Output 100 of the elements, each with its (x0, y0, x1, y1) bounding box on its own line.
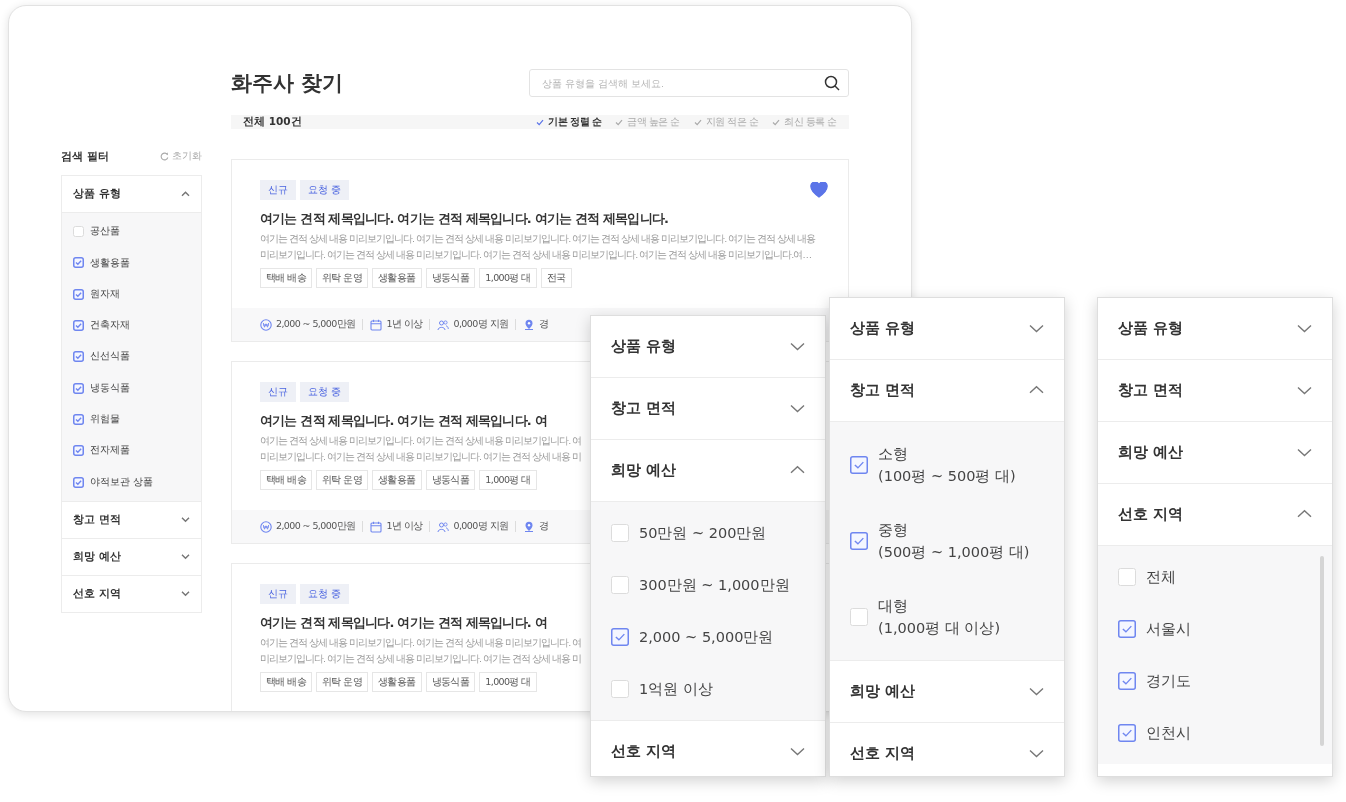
tag: 생활용품 (372, 672, 422, 692)
chevron-up-icon[interactable] (181, 189, 190, 199)
tag: 1,000평 대 (479, 470, 537, 490)
page-title: 화주사 찾기 (231, 70, 344, 97)
won-icon (260, 318, 272, 331)
tag: 택배 배송 (260, 672, 313, 692)
calendar-icon (370, 520, 383, 533)
accordion-header[interactable]: 상품 유형 (62, 176, 201, 212)
status-badge: 신규 (260, 584, 296, 604)
accordion-header[interactable]: 희망 예산 (591, 440, 825, 501)
quote-description: 여기는 견적 상세 내용 미리보기입니다. 여기는 견적 상세 내용 미리보기입니다. 여 미리보기입니다. 여기는 견적 상세 내용 미리보기입니다. 여기는 견적 상세 내용 미 (260, 636, 582, 666)
check-icon (772, 118, 781, 126)
status-badge: 신규 (260, 382, 296, 402)
location-pin-icon (523, 520, 536, 533)
check-icon (536, 118, 545, 126)
checkbox[interactable] (73, 288, 84, 300)
tag: 냉동식품 (425, 470, 476, 490)
tag: 위탁 운영 (316, 470, 369, 490)
checkbox[interactable] (73, 351, 84, 363)
checkbox-label[interactable]: 서울시 (1146, 617, 1191, 641)
checkbox-label[interactable]: 생활용품 (90, 255, 130, 271)
accordion-header[interactable]: 창고 면적 (591, 378, 825, 439)
checkbox-label[interactable]: 공산품 (90, 224, 120, 239)
check-icon (693, 118, 702, 126)
tag: 위탁 운영 (316, 672, 369, 692)
checkbox-label[interactable]: 중형 (500평 ~ 1,000평 대) (878, 518, 1030, 564)
checkbox-label[interactable]: 전체 (1146, 565, 1176, 589)
quote-title[interactable]: 여기는 견적 제목입니다. 여기는 견적 제목입니다. 여 (260, 412, 547, 430)
accordion-header[interactable]: 상품 유형 (591, 316, 825, 377)
checkbox[interactable] (1118, 620, 1136, 638)
search-field[interactable]: 상품 유형을 검색해 보세요. (529, 69, 849, 97)
tag: 1,000평 대 (479, 672, 537, 692)
heart-icon[interactable] (810, 182, 828, 198)
result-count: 전체 100건 (243, 115, 302, 129)
accordion-header[interactable]: 선호 지역 (830, 723, 1064, 776)
checkbox-label[interactable]: 냉동식품 (90, 380, 130, 396)
accordion-header[interactable]: 희망 예산 (62, 538, 201, 575)
checkbox-label[interactable]: 인천시 (1146, 721, 1191, 745)
tag: 냉동식품 (425, 672, 476, 692)
tag: 생활용품 (372, 470, 422, 490)
refresh-icon (160, 152, 169, 161)
checkbox[interactable] (73, 320, 84, 332)
accordion-header[interactable]: 상품 유형 (1098, 298, 1332, 359)
checkbox[interactable] (73, 476, 84, 488)
accordion-header[interactable]: 희망 예산 (830, 661, 1064, 722)
calendar-icon (370, 318, 383, 331)
checkbox-label[interactable]: 대형 (1,000평 대 이상) (878, 594, 1001, 640)
accordion-header[interactable]: 희망 예산 (1098, 422, 1332, 483)
tag: 택배 배송 (260, 268, 313, 288)
checkbox[interactable] (611, 628, 629, 646)
won-icon (260, 520, 272, 533)
checkbox[interactable] (850, 532, 868, 550)
checkbox-label[interactable]: 원자재 (90, 286, 120, 302)
accordion-header[interactable]: 상품 유형 (830, 298, 1064, 359)
people-icon (437, 318, 450, 331)
quote-description: 여기는 견적 상세 내용 미리보기입니다. 여기는 견적 상세 내용 미리보기입니다. 여기는 견적 상세 내용 미리보기입니다. 여기는 견적 상세 내용 미리보기입니다. 여기는 견적 상세 내용 미리보기입니다. 여기는 견적 상세 내용 미리보기입니다. 여기는 견적 상세 내용 미리보기입니다.여… (260, 232, 816, 262)
checkbox-label[interactable]: 건축자재 (90, 318, 130, 333)
checkbox-label[interactable]: 소형 (100평 ~ 500평 대) (878, 442, 1016, 488)
checkbox[interactable] (73, 382, 84, 394)
tag: 위탁 운영 (316, 268, 369, 288)
tag: 택배 배송 (260, 470, 313, 490)
chevron-down-icon[interactable] (181, 552, 190, 562)
checkbox[interactable] (73, 413, 84, 425)
checkbox-label[interactable]: 위험물 (90, 412, 120, 427)
checkbox[interactable] (850, 456, 868, 474)
meta-text: 0,000명 지원 (453, 318, 509, 331)
quote-title[interactable]: 여기는 견적 제목입니다. 여기는 견적 제목입니다. 여기는 견적 제목입니다. (260, 210, 669, 228)
checkbox[interactable] (1118, 724, 1136, 742)
accordion-header[interactable]: 창고 면적 (62, 501, 201, 538)
meta-text: 1년 이상 (386, 318, 423, 331)
accordion-header[interactable]: 선호 지역 (591, 721, 825, 776)
checkbox-label[interactable]: 야적보관 상품 (90, 474, 154, 490)
status-badge: 신규 (260, 180, 296, 200)
checkbox-label[interactable]: 신선식품 (90, 349, 130, 365)
accordion-header[interactable]: 창고 면적 (1098, 360, 1332, 421)
quote-description: 여기는 견적 상세 내용 미리보기입니다. 여기는 견적 상세 내용 미리보기입니다. 여 미리보기입니다. 여기는 견적 상세 내용 미리보기입니다. 여기는 견적 상세 내용 미 (260, 434, 582, 464)
chevron-down-icon[interactable] (181, 515, 190, 525)
checkbox-label[interactable]: 1억원 이상 (639, 677, 713, 701)
meta-text: 2,000 ~ 5,000만원 (276, 318, 356, 331)
checkbox-label[interactable]: 50만원 ~ 200만원 (639, 521, 767, 545)
search-icon[interactable] (824, 75, 840, 91)
filter-title: 검색 필터 (61, 149, 109, 164)
checkbox[interactable] (73, 445, 84, 457)
quote-title[interactable]: 여기는 견적 제목입니다. 여기는 견적 제목입니다. 여 (260, 614, 547, 632)
accordion-header[interactable]: 선호 지역 (62, 575, 201, 612)
accordion-header[interactable]: 선호 지역 (1098, 484, 1332, 545)
scrollbar[interactable] (1320, 556, 1324, 746)
checkbox-label[interactable]: 2,000 ~ 5,000만원 (639, 625, 774, 649)
sort-option[interactable]: 기본 정렬 순 (536, 115, 602, 129)
checkbox[interactable] (73, 257, 84, 269)
chevron-down-icon[interactable] (181, 589, 190, 599)
tag: 생활용품 (372, 268, 422, 288)
meta-text: 경 (539, 520, 549, 533)
tag: 냉동식품 (425, 268, 476, 288)
location-pin-icon (523, 318, 536, 331)
meta-text: 0,000명 지원 (453, 520, 509, 533)
checkbox-label[interactable]: 경기도 (1146, 669, 1191, 693)
checkbox[interactable] (1118, 672, 1136, 690)
checkbox-label[interactable]: 300만원 ~ 1,000만원 (639, 573, 790, 597)
checkbox-label[interactable]: 전자제품 (90, 443, 130, 459)
